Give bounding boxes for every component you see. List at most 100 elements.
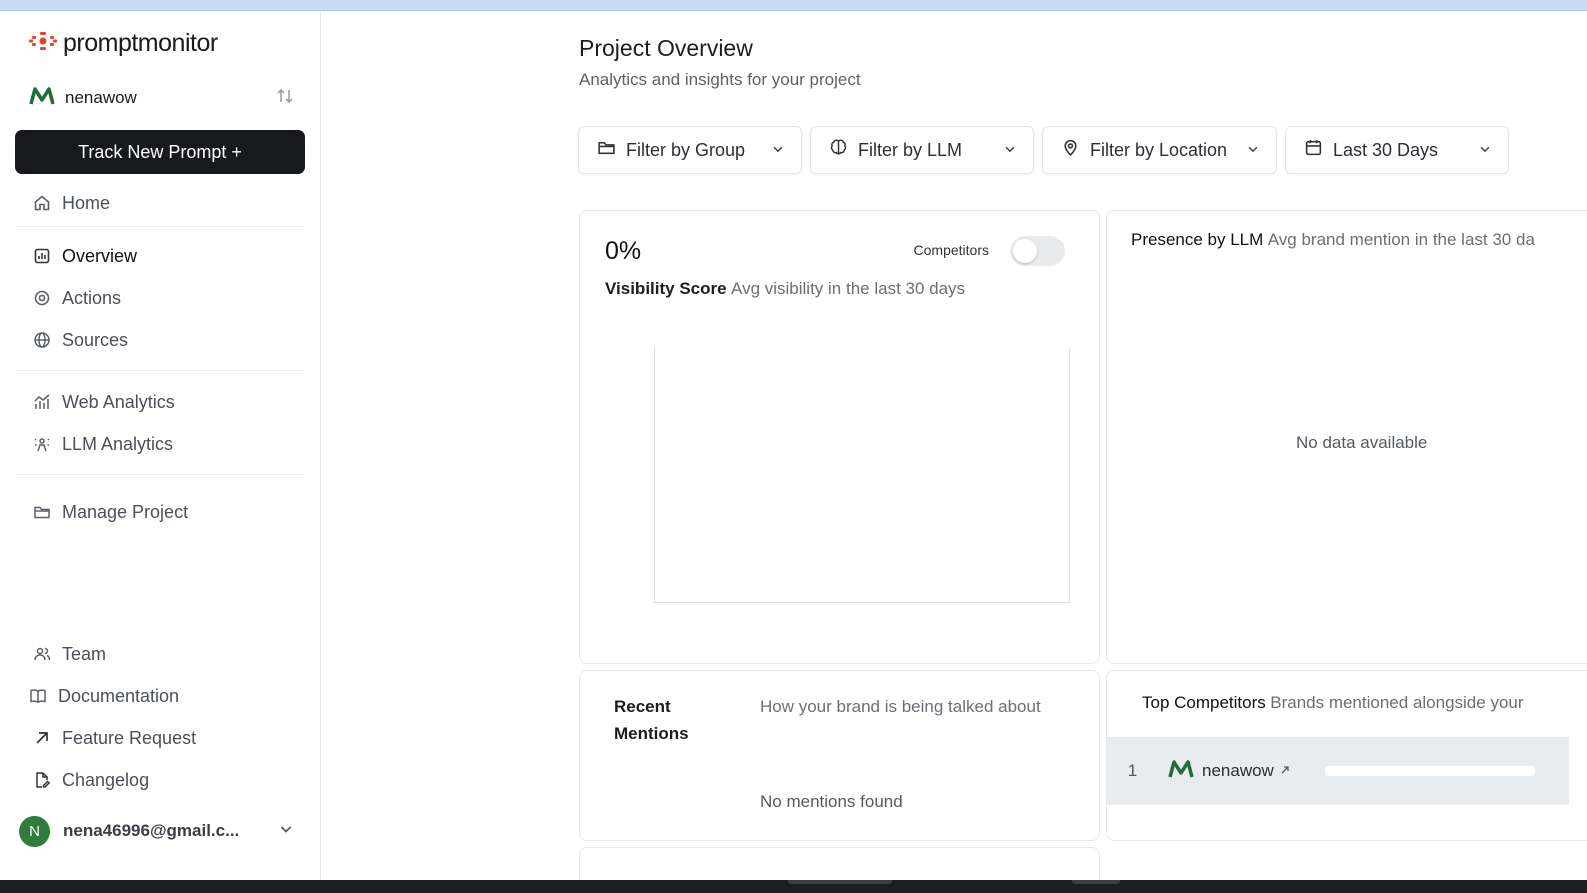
bar-chart-icon xyxy=(32,246,52,266)
home-icon xyxy=(32,193,52,213)
taskbar xyxy=(0,880,1587,893)
browser-top-bar xyxy=(0,0,1587,11)
users-icon xyxy=(32,644,52,664)
sidebar-item-label: Overview xyxy=(62,245,138,266)
sidebar-item-team[interactable]: Team xyxy=(15,633,305,675)
external-link-icon[interactable] xyxy=(1280,762,1290,780)
chevron-down-icon xyxy=(771,140,785,161)
nav-group-main: Overview Actions Sources xyxy=(15,235,305,361)
sidebar-item-label: Feature Request xyxy=(62,727,197,748)
target-icon xyxy=(32,288,52,308)
sidebar-item-label: Documentation xyxy=(58,685,180,706)
card-description: Avg brand mention in the last 30 da xyxy=(1267,230,1535,249)
sidebar-item-documentation[interactable]: Documentation xyxy=(15,675,305,717)
calendar-icon xyxy=(1304,138,1323,162)
empty-state-text: No data available xyxy=(1296,433,1428,452)
top-competitors-card: Top Competitors Brands mentioned alongsi… xyxy=(1106,670,1587,841)
sidebar: promptmonitor nenawow Track New Prompt +… xyxy=(0,11,321,880)
sidebar-item-label: Sources xyxy=(62,329,129,350)
chevron-down-icon xyxy=(1478,140,1492,161)
folder-icon xyxy=(597,138,616,162)
analytics-icon xyxy=(32,392,52,412)
filter-by-location-dropdown[interactable]: Filter by Location xyxy=(1042,126,1277,174)
sidebar-item-label: Web Analytics xyxy=(62,391,175,412)
nav-group-home: Home xyxy=(15,182,305,224)
sidebar-item-home[interactable]: Home xyxy=(15,182,305,224)
project-name: nenawow xyxy=(65,88,137,107)
page-title: Project Overview xyxy=(579,35,753,61)
taskbar-pill xyxy=(788,880,892,884)
competitors-heading: Top Competitors Brands mentioned alongsi… xyxy=(1142,693,1524,713)
visibility-score-value: 0% xyxy=(605,237,642,265)
sidebar-item-feature-request[interactable]: Feature Request xyxy=(15,717,305,759)
chevron-down-icon xyxy=(1003,140,1017,161)
swap-vertical-icon xyxy=(276,87,294,110)
sidebar-item-sources[interactable]: Sources xyxy=(15,319,305,361)
competitor-logo-icon xyxy=(1168,759,1194,784)
competitor-rank: 1 xyxy=(1127,761,1138,780)
sidebar-item-actions[interactable]: Actions xyxy=(15,277,305,319)
competitors-toggle[interactable] xyxy=(1010,236,1065,266)
sidebar-item-changelog[interactable]: Changelog xyxy=(15,759,305,801)
chevron-down-icon xyxy=(1246,140,1260,161)
divider xyxy=(15,226,305,227)
globe-icon xyxy=(32,330,52,350)
logo-text: promptmonitor xyxy=(63,29,218,57)
filter-by-group-dropdown[interactable]: Filter by Group xyxy=(578,126,802,174)
card-title: Visibility Score xyxy=(605,279,727,298)
divider xyxy=(15,370,305,371)
map-pin-icon xyxy=(1061,138,1080,162)
table-row[interactable]: 1 nenawow xyxy=(1107,737,1569,805)
card-title: Presence by LLM xyxy=(1131,230,1264,249)
card-description: Brands mentioned alongside your xyxy=(1270,693,1524,712)
date-range-dropdown[interactable]: Last 30 Days xyxy=(1285,126,1509,174)
avatar: N xyxy=(19,815,50,847)
promptmonitor-logo-icon xyxy=(29,29,57,58)
competitor-name[interactable]: nenawow xyxy=(1202,761,1274,781)
sidebar-item-label: Changelog xyxy=(62,769,150,790)
card-title: Recent Mentions xyxy=(614,697,689,743)
presence-heading: Presence by LLM Avg brand mention in the… xyxy=(1131,230,1535,250)
sidebar-item-label: Manage Project xyxy=(62,501,189,522)
card-title: Top Competitors xyxy=(1142,693,1266,712)
toggle-knob xyxy=(1013,239,1037,263)
filter-label: Filter by Group xyxy=(626,139,746,160)
filter-label: Filter by Location xyxy=(1090,139,1228,160)
sidebar-item-manage-project[interactable]: Manage Project xyxy=(15,491,305,533)
arrow-up-right-icon xyxy=(32,728,52,748)
sidebar-item-label: Actions xyxy=(62,287,122,308)
nav-group-bottom: Team Documentation Feature Request Chang… xyxy=(15,633,305,801)
visibility-chart-area xyxy=(654,347,1070,603)
track-new-prompt-button[interactable]: Track New Prompt + xyxy=(15,130,305,174)
recent-mentions-card: Recent Mentions How your brand is being … xyxy=(579,670,1100,841)
filter-by-llm-dropdown[interactable]: Filter by LLM xyxy=(810,126,1034,174)
sparkle-person-icon xyxy=(32,434,52,454)
presence-by-llm-card: Presence by LLM Avg brand mention in the… xyxy=(1106,210,1587,664)
chevron-down-icon xyxy=(278,821,294,842)
project-switcher[interactable]: nenawow xyxy=(29,84,294,112)
sidebar-item-label: LLM Analytics xyxy=(62,433,174,454)
project-logo-icon xyxy=(29,86,55,111)
sidebar-item-label: Home xyxy=(62,192,111,213)
visibility-score-card: 0% Competitors Visibility Score Avg visi… xyxy=(579,210,1100,664)
taskbar-pill xyxy=(1072,880,1120,884)
card-description: How your brand is being talked about xyxy=(760,697,1041,716)
book-icon xyxy=(28,686,48,706)
user-menu[interactable]: N nena46996@gmail.c... xyxy=(19,815,294,847)
empty-state-text: No mentions found xyxy=(760,792,903,811)
sidebar-item-llm-analytics[interactable]: LLM Analytics xyxy=(15,423,305,465)
competitors-toggle-label: Competitors xyxy=(913,242,989,258)
card-description: Avg visibility in the last 30 days xyxy=(731,279,966,298)
brain-icon xyxy=(829,138,848,162)
folder-icon xyxy=(32,502,52,522)
sidebar-item-overview[interactable]: Overview xyxy=(15,235,305,277)
logo[interactable]: promptmonitor xyxy=(29,29,218,58)
file-edit-icon xyxy=(32,770,52,790)
sidebar-item-label: Team xyxy=(62,643,107,664)
user-email: nena46996@gmail.c... xyxy=(63,821,240,840)
filter-label: Last 30 Days xyxy=(1333,139,1439,160)
sidebar-item-web-analytics[interactable]: Web Analytics xyxy=(15,381,305,423)
nav-group-analytics: Web Analytics LLM Analytics xyxy=(15,381,305,465)
competitor-mention-bar xyxy=(1325,766,1535,776)
nav-group-manage: Manage Project xyxy=(15,491,305,533)
